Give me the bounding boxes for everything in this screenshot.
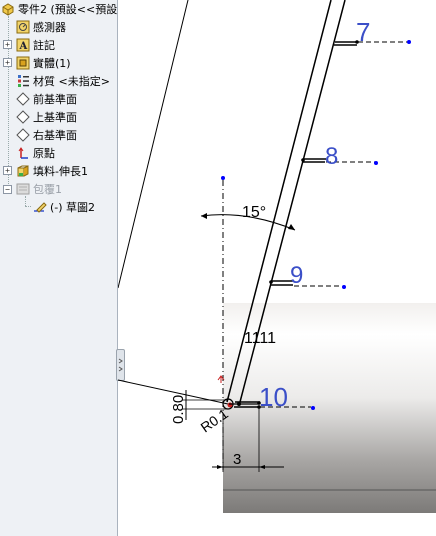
- origin-point: [227, 402, 233, 408]
- plane-icon: [16, 91, 30, 106]
- tree-root-part[interactable]: 零件2 (預設<<預設: [1, 0, 117, 17]
- feature-manager-tree: 零件2 (預設<<預設 感測器 + A 註記 + 實體(1) 材質 <未指定> …: [0, 0, 118, 536]
- material-icon: [16, 74, 30, 88]
- sensor-icon: [16, 20, 30, 34]
- part-icon: [1, 2, 15, 16]
- wrap-icon: [16, 182, 30, 196]
- solid-body-icon: [16, 56, 30, 70]
- balloon-9-group[interactable]: 9: [269, 262, 346, 289]
- expand-toggle[interactable]: +: [3, 58, 12, 67]
- tree-connector: [25, 196, 26, 206]
- arrow: [288, 224, 295, 230]
- collapse-toggle[interactable]: −: [3, 185, 12, 194]
- tree-item-extrude[interactable]: 填料-伸長1: [16, 162, 88, 179]
- tree-item-label: 感測器: [33, 20, 66, 34]
- expand-toggle[interactable]: +: [3, 166, 12, 175]
- tree-root-label: 零件2 (預設<<預設: [18, 2, 118, 16]
- tree-item-wrap[interactable]: 包覆1: [16, 180, 62, 197]
- tree-item-label: 實體(1): [33, 56, 71, 70]
- extrude-icon: [16, 164, 30, 178]
- tree-item-label: 填料-伸長1: [33, 164, 88, 178]
- sketch-icon: [33, 200, 47, 214]
- tree-item-label: 右基準面: [33, 128, 77, 142]
- width-dimension[interactable]: 3: [233, 451, 241, 468]
- tree-item-sketch[interactable]: (-) 草圖2: [33, 198, 95, 215]
- tree-item-label: 註記: [33, 38, 55, 52]
- expand-toggle[interactable]: +: [3, 40, 12, 49]
- graphics-area[interactable]: 15° 7 8 9 10 1111 0.80 R0.1 3: [118, 0, 436, 536]
- annotation-icon: A: [16, 38, 30, 52]
- tree-item-material[interactable]: 材質 <未指定>: [16, 72, 110, 89]
- tree-item-front-plane[interactable]: 前基準面: [16, 90, 77, 107]
- balloon-7-group[interactable]: 7: [334, 17, 411, 47]
- tree-item-annotations[interactable]: A 註記: [16, 36, 55, 53]
- tree-item-label: 前基準面: [33, 92, 77, 106]
- tree-item-label: 上基準面: [33, 110, 77, 124]
- balloon-7[interactable]: 7: [356, 17, 370, 47]
- plane-icon: [16, 109, 30, 124]
- dim-point: [221, 176, 225, 180]
- tree-item-solid-bodies[interactable]: 實體(1): [16, 54, 71, 71]
- tree-item-right-plane[interactable]: 右基準面: [16, 126, 77, 143]
- tree-item-label: 原點: [33, 146, 55, 160]
- vertex: [237, 402, 241, 406]
- sketch-line: [118, 0, 189, 289]
- height-dimension[interactable]: 0.80: [170, 395, 187, 424]
- tree-item-label: 材質 <未指定>: [33, 74, 110, 88]
- tree-item-label: (-) 草圖2: [50, 200, 96, 214]
- origin-icon: [16, 146, 30, 160]
- arrow: [201, 213, 207, 219]
- tree-item-top-plane[interactable]: 上基準面: [16, 108, 77, 125]
- tree-connector: [25, 206, 31, 207]
- svg-text:A: A: [19, 41, 28, 52]
- balloon-10[interactable]: 10: [259, 382, 288, 412]
- text-dimension[interactable]: 1111: [244, 330, 276, 347]
- balloon-8[interactable]: 8: [325, 143, 338, 170]
- balloon-9[interactable]: 9: [290, 262, 303, 289]
- tree-item-sensors[interactable]: 感測器: [16, 18, 66, 35]
- tree-item-origin[interactable]: 原點: [16, 144, 55, 161]
- tree-item-label: 包覆1: [33, 182, 62, 196]
- balloon-8-group[interactable]: 8: [301, 143, 378, 170]
- plane-icon: [16, 127, 30, 142]
- angle-dimension[interactable]: 15°: [242, 204, 266, 221]
